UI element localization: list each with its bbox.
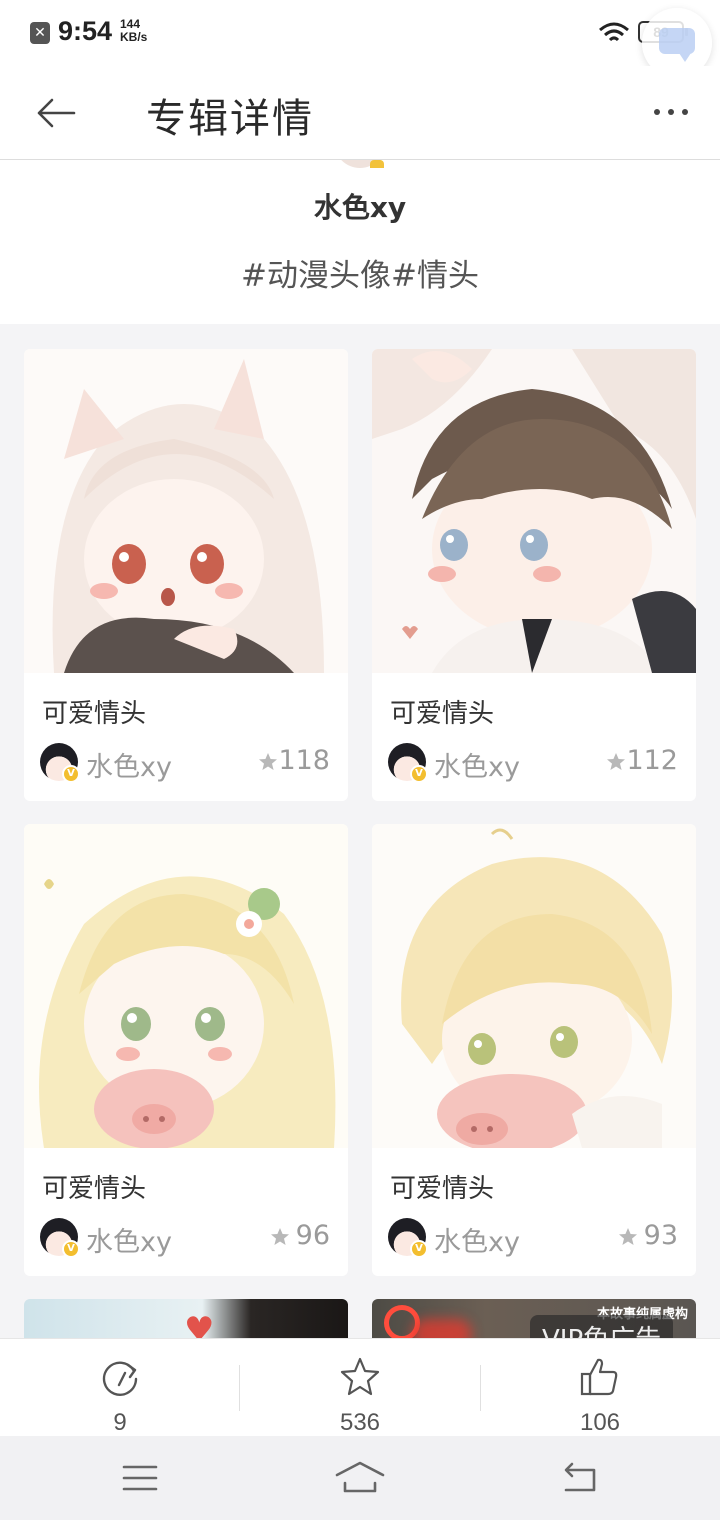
home-button[interactable] [330, 1458, 390, 1498]
album-tags[interactable]: #动漫头像#情头 [0, 250, 720, 295]
avatar[interactable]: V [40, 743, 80, 783]
more-dot-icon [668, 109, 674, 115]
more-button[interactable] [640, 92, 702, 132]
card-title: 可爱情头 [390, 1174, 495, 1204]
page-title: 专辑详情 [146, 96, 314, 142]
album-card[interactable]: 可爱情头 V 水色xy 96 [24, 824, 348, 1276]
card-image[interactable] [24, 349, 348, 673]
album-card-partial[interactable]: ♥ [24, 1299, 348, 1338]
star-icon [340, 1357, 380, 1396]
album-card[interactable]: 可爱情头 V 水色xy 93 [372, 824, 696, 1276]
like-button[interactable]: 106 [480, 1339, 720, 1437]
card-title: 可爱情头 [390, 699, 495, 729]
status-time: 9:54 [58, 16, 113, 46]
wifi-icon [599, 22, 629, 42]
network-speed: 144 KB/s [120, 18, 147, 44]
card-user-name[interactable]: 水色xy [434, 745, 520, 784]
card-image[interactable] [372, 824, 696, 1148]
ad-decoration [412, 1319, 472, 1338]
author-avatar[interactable] [334, 160, 386, 168]
verified-badge-icon: V [62, 765, 80, 783]
album-card[interactable]: 可爱情头 V 水色xy 118 [24, 349, 348, 801]
verified-badge-icon: V [410, 1240, 428, 1258]
return-icon [564, 1462, 596, 1492]
star-icon [607, 753, 625, 770]
action-bar: 9 536 106 [0, 1338, 720, 1436]
network-speed-unit: KB/s [120, 30, 148, 44]
home-icon [335, 1461, 385, 1493]
system-nav-bar [0, 1436, 720, 1520]
card-user-name[interactable]: 水色xy [86, 1220, 172, 1259]
card-user-name[interactable]: 水色xy [86, 745, 172, 784]
album-author[interactable]: 水色xy [0, 186, 720, 226]
menu-icon [122, 1465, 158, 1491]
image-grid: 可爱情头 V 水色xy 118 可爱情头 V 水色xy 112 可爱情头 V 水… [0, 324, 720, 1338]
share-icon [102, 1361, 138, 1396]
favorite-button[interactable]: 536 [240, 1339, 480, 1437]
card-user-name[interactable]: 水色xy [434, 1220, 520, 1259]
share-button[interactable]: 9 [0, 1339, 240, 1437]
verified-badge-icon: V [410, 765, 428, 783]
star-icon [259, 753, 277, 770]
card-image[interactable] [24, 824, 348, 1148]
card-title: 可爱情头 [42, 699, 147, 729]
arrow-left-icon [37, 98, 76, 128]
top-nav: 专辑详情 [0, 66, 720, 160]
star-icon [271, 1228, 289, 1245]
verified-badge-icon: V [62, 1240, 80, 1258]
vip-ad-free-button[interactable]: VIP免广告 [530, 1315, 674, 1338]
more-dot-icon [682, 109, 688, 115]
status-bar: ✕ 9:54 144 KB/s 89 [0, 0, 720, 66]
card-like-count: 112 [626, 745, 678, 776]
ad-card-partial[interactable]: 本故事纯属虚构 VIP免广告 [372, 1299, 696, 1338]
like-count: 106 [579, 1409, 621, 1436]
chat-bubble-icon [659, 28, 695, 62]
favorite-count: 536 [339, 1409, 381, 1436]
avatar[interactable]: V [388, 743, 428, 783]
menu-button[interactable] [110, 1458, 170, 1498]
heart-icon: ♥ [184, 1310, 215, 1338]
more-dot-icon [654, 109, 660, 115]
card-title: 可爱情头 [42, 1174, 147, 1204]
album-header: 水色xy #动漫头像#情头 [0, 160, 720, 324]
avatar[interactable]: V [388, 1218, 428, 1258]
card-like-count: 93 [643, 1220, 678, 1251]
share-count: 9 [113, 1409, 127, 1436]
notification-icon: ✕ [30, 22, 50, 44]
album-card[interactable]: 可爱情头 V 水色xy 112 [372, 349, 696, 801]
thumbs-up-icon [580, 1358, 618, 1396]
star-icon [619, 1228, 637, 1245]
avatar[interactable]: V [40, 1218, 80, 1258]
card-image[interactable] [372, 349, 696, 673]
card-like-count: 96 [295, 1220, 330, 1251]
back-nav-button[interactable] [550, 1458, 610, 1498]
back-button[interactable] [28, 88, 84, 138]
card-like-count: 118 [278, 745, 330, 776]
